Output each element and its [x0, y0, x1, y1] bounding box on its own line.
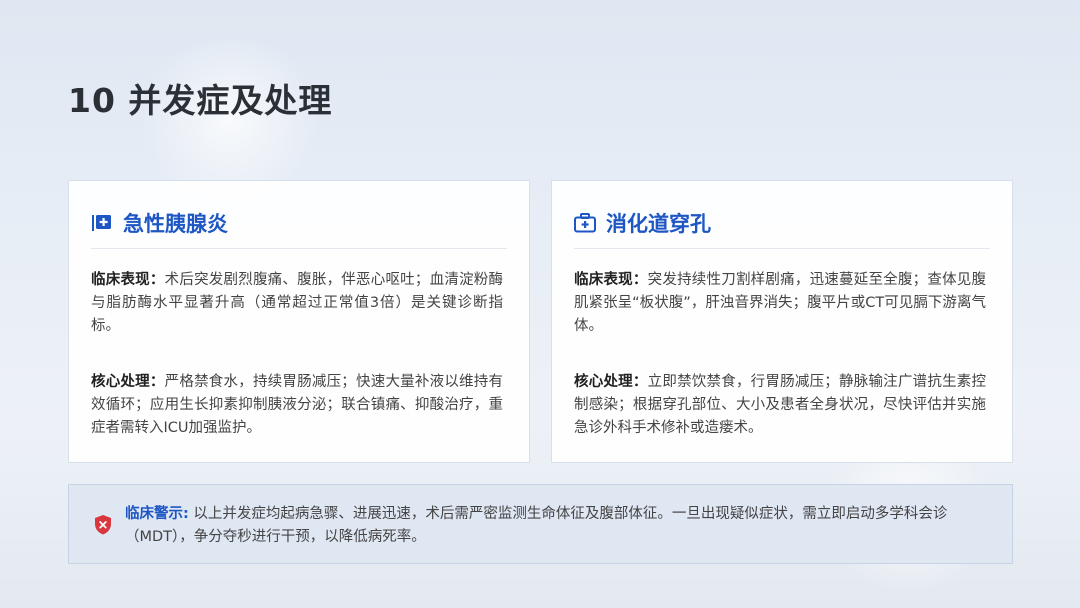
medical-kit-icon	[574, 212, 596, 234]
warning-body: 以上并发症均起病急骤、进展迅速，术后需严密监测生命体征及腹部体征。一旦出现疑似症…	[125, 506, 948, 545]
clinical-warning-banner: 临床警示: 以上并发症均起病急骤、进展迅速，术后需严密监测生命体征及腹部体征。一…	[68, 484, 1013, 564]
core-treatment: 核心处理：严格禁食水，持续胃肠减压；快速大量补液以维持有效循环；应用生长抑素抑制…	[91, 371, 503, 440]
card-gi-perforation: 消化道穿孔 临床表现：突发持续性刀割样剧痛，迅速蔓延至全腹；查体见腹肌紧张呈“板…	[551, 180, 1013, 463]
slide-title: 10 并发症及处理	[68, 81, 333, 120]
card-title: 急性胰腺炎	[123, 211, 228, 236]
warning-label: 临床警示:	[125, 506, 189, 522]
clinical-presentation: 临床表现：术后突发剧烈腹痛、腹胀，伴恶心呕吐；血清淀粉酶与脂肪酶水平显著升高（通…	[91, 269, 503, 338]
clinical-presentation: 临床表现：突发持续性刀割样剧痛，迅速蔓延至全腹；查体见腹肌紧张呈“板状腹”，肝浊…	[574, 269, 986, 338]
shield-alert-icon	[93, 514, 113, 536]
card-header: 急性胰腺炎	[91, 203, 507, 249]
core-treatment: 核心处理：立即禁饮禁食，行胃肠减压；静脉输注广谱抗生素控制感染；根据穿孔部位、大…	[574, 371, 986, 440]
card-header: 消化道穿孔	[574, 203, 990, 249]
hospital-plus-icon	[91, 212, 113, 234]
warning-text: 临床警示: 以上并发症均起病急骤、进展迅速，术后需严密监测生命体征及腹部体征。一…	[125, 503, 992, 549]
section-label: 临床表现：	[91, 272, 165, 288]
section-label: 核心处理：	[574, 374, 648, 390]
section-label: 临床表现：	[574, 272, 648, 288]
card-title: 消化道穿孔	[606, 211, 711, 236]
card-acute-pancreatitis: 急性胰腺炎 临床表现：术后突发剧烈腹痛、腹胀，伴恶心呕吐；血清淀粉酶与脂肪酶水平…	[68, 180, 530, 463]
section-label: 核心处理：	[91, 374, 165, 390]
